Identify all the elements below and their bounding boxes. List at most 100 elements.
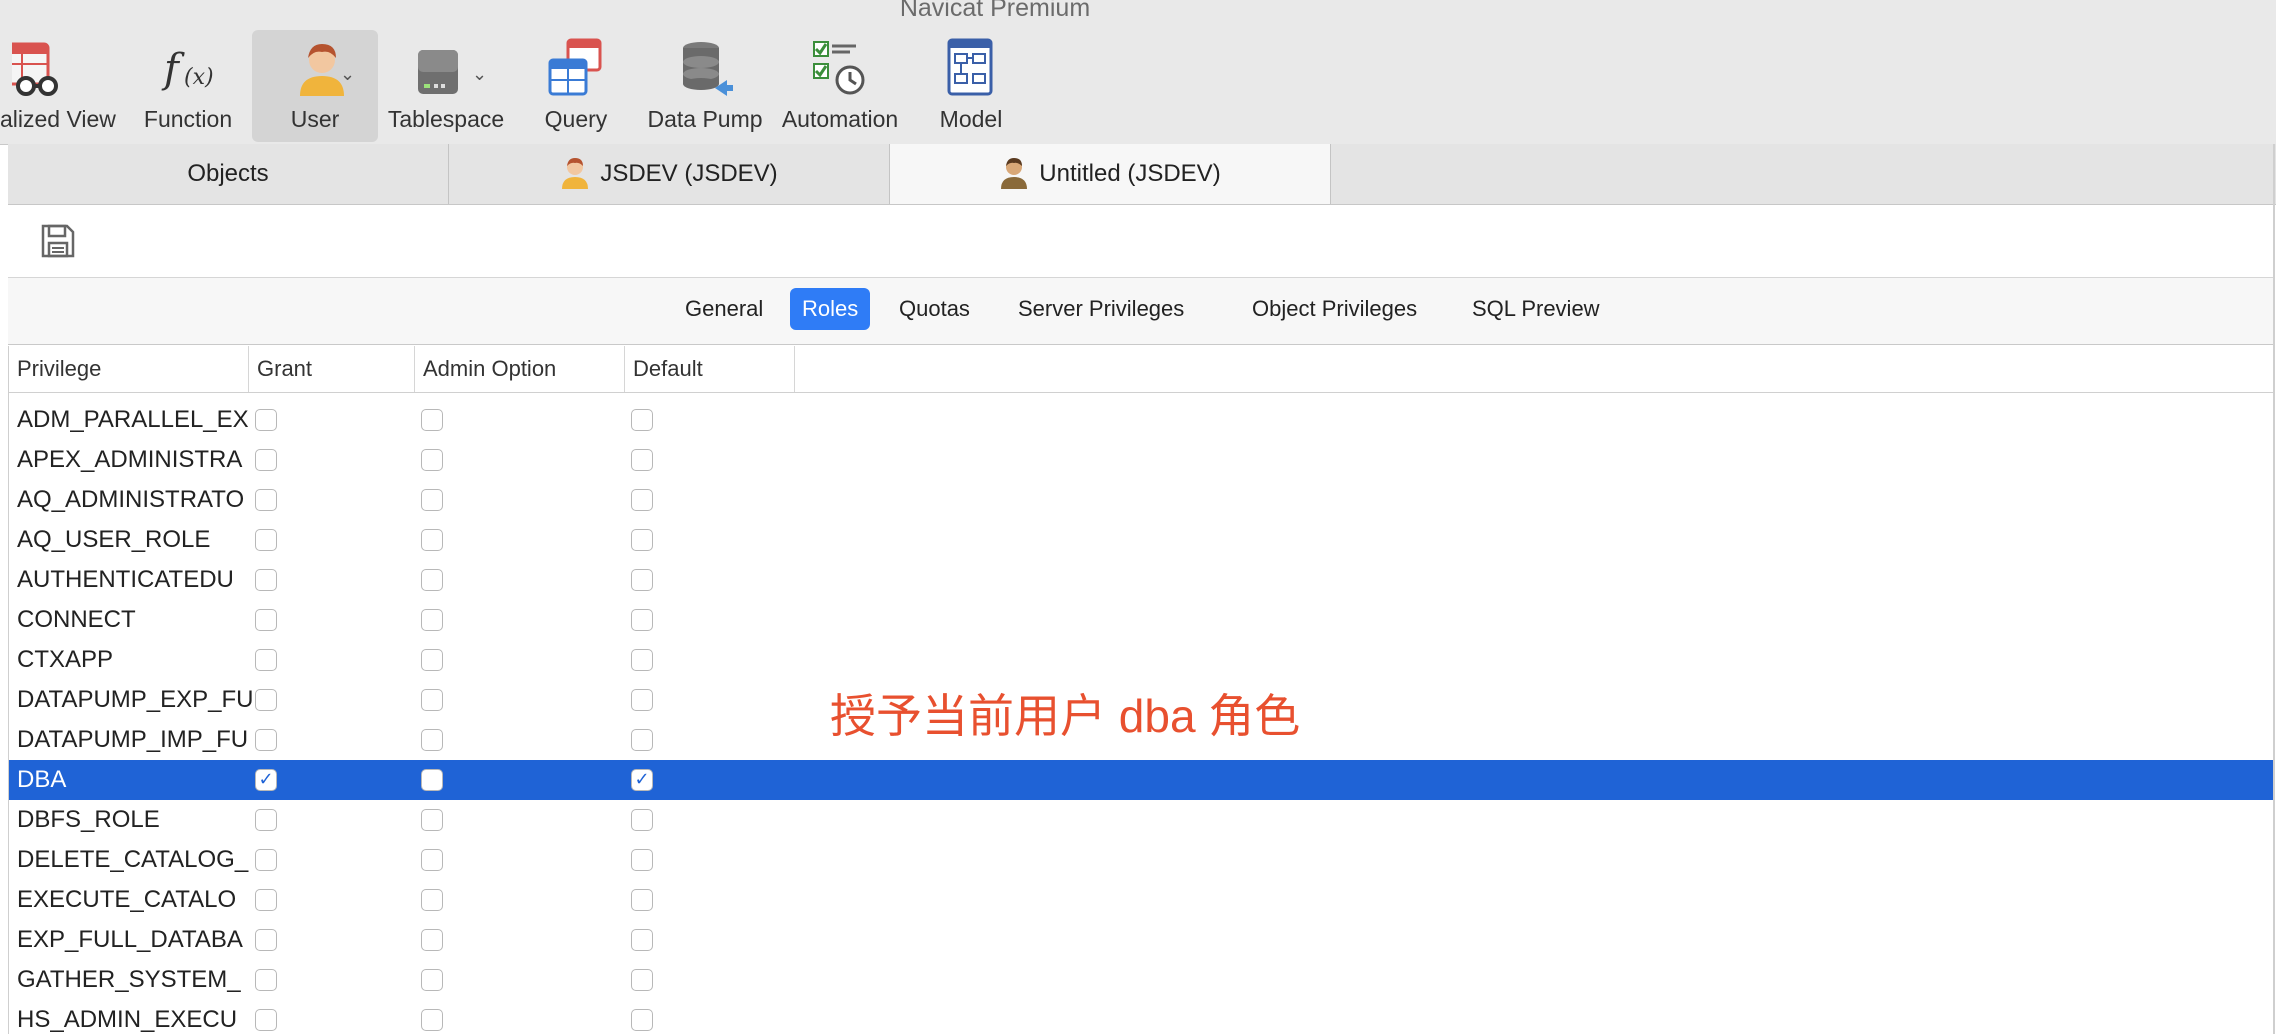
tab-quotas[interactable]: Quotas: [887, 288, 982, 330]
grant-checkbox[interactable]: [255, 449, 277, 471]
grant-checkbox[interactable]: [255, 489, 277, 511]
admin-option-checkbox[interactable]: [421, 809, 443, 831]
grant-checkbox[interactable]: [255, 649, 277, 671]
default-checkbox[interactable]: [631, 489, 653, 511]
privilege-name: HS_ADMIN_EXECU: [17, 1006, 238, 1033]
privilege-name: EXP_FULL_DATABA: [17, 926, 243, 953]
grant-checkbox[interactable]: [255, 969, 277, 991]
tab-sql-preview[interactable]: SQL Preview: [1460, 288, 1612, 330]
query-icon: [548, 38, 602, 96]
column-header-grant[interactable]: Grant: [249, 346, 415, 392]
admin-option-checkbox[interactable]: [421, 929, 443, 951]
toolbar-model[interactable]: Model: [924, 30, 1018, 142]
table-row[interactable]: CONNECT: [9, 600, 2275, 640]
data-pump-icon: [683, 42, 733, 96]
table-row[interactable]: HS_ADMIN_EXECU: [9, 1000, 2275, 1034]
grant-checkbox[interactable]: [255, 409, 277, 431]
tab-roles[interactable]: Roles: [790, 288, 871, 330]
privilege-name: DBA: [17, 766, 67, 793]
grant-checkbox[interactable]: ✓: [255, 769, 277, 791]
grant-checkbox[interactable]: [255, 849, 277, 871]
tab-jsdev[interactable]: JSDEV (JSDEV): [449, 144, 890, 204]
window-border: [2273, 144, 2275, 1034]
model-icon: [947, 38, 993, 96]
toolbar-tablespace[interactable]: ⌄ Tablespace: [386, 30, 506, 142]
default-checkbox[interactable]: [631, 609, 653, 631]
table-row[interactable]: AQ_USER_ROLE: [9, 520, 2275, 560]
admin-option-checkbox[interactable]: [421, 689, 443, 711]
default-checkbox[interactable]: [631, 929, 653, 951]
table-row[interactable]: APEX_ADMINISTRA: [9, 440, 2275, 480]
admin-option-checkbox[interactable]: [421, 569, 443, 591]
admin-option-checkbox[interactable]: [421, 449, 443, 471]
default-checkbox[interactable]: [631, 969, 653, 991]
grant-checkbox[interactable]: [255, 889, 277, 911]
grant-checkbox[interactable]: [255, 1009, 277, 1031]
table-row[interactable]: DBFS_ROLE: [9, 800, 2275, 840]
table-row[interactable]: AQ_ADMINISTRATO: [9, 480, 2275, 520]
tab-object-privileges[interactable]: Object Privileges: [1240, 288, 1429, 330]
default-checkbox[interactable]: [631, 569, 653, 591]
table-row[interactable]: CTXAPP: [9, 640, 2275, 680]
tab-untitled[interactable]: Untitled (JSDEV): [890, 144, 1331, 204]
table-row[interactable]: AUTHENTICATEDU: [9, 560, 2275, 600]
privilege-name: ADM_PARALLEL_EX: [17, 406, 249, 433]
grant-checkbox[interactable]: [255, 689, 277, 711]
admin-option-checkbox[interactable]: [421, 769, 443, 791]
default-checkbox[interactable]: ✓: [631, 769, 653, 791]
admin-option-checkbox[interactable]: [421, 729, 443, 751]
default-checkbox[interactable]: [631, 649, 653, 671]
default-checkbox[interactable]: [631, 809, 653, 831]
chevron-down-icon: ⌄: [472, 64, 488, 84]
default-checkbox[interactable]: [631, 409, 653, 431]
tab-bar: Objects JSDEV (JSDEV) Untitled (JSDEV): [8, 144, 2276, 205]
tab-general[interactable]: General: [673, 288, 775, 330]
grant-checkbox[interactable]: [255, 569, 277, 591]
table-row[interactable]: DBA ✓ ✓: [9, 760, 2275, 800]
admin-option-checkbox[interactable]: [421, 489, 443, 511]
toolbar-automation[interactable]: Automation: [778, 30, 902, 142]
grant-checkbox[interactable]: [255, 609, 277, 631]
admin-option-checkbox[interactable]: [421, 969, 443, 991]
column-header-privilege[interactable]: Privilege: [9, 346, 249, 392]
tab-server-privileges[interactable]: Server Privileges: [1006, 288, 1196, 330]
default-checkbox[interactable]: [631, 1009, 653, 1031]
grant-checkbox[interactable]: [255, 529, 277, 551]
table-row[interactable]: GATHER_SYSTEM_: [9, 960, 2275, 1000]
table-row[interactable]: EXP_FULL_DATABA: [9, 920, 2275, 960]
default-checkbox[interactable]: [631, 449, 653, 471]
user-icon: [562, 157, 589, 189]
table-row[interactable]: DELETE_CATALOG_: [9, 840, 2275, 880]
toolbar-materialized-view[interactable]: alized View: [0, 30, 122, 142]
default-checkbox[interactable]: [631, 889, 653, 911]
admin-option-checkbox[interactable]: [421, 609, 443, 631]
column-header-admin-option[interactable]: Admin Option: [415, 346, 625, 392]
default-checkbox[interactable]: [631, 849, 653, 871]
privilege-name: EXECUTE_CATALO: [17, 886, 237, 913]
default-checkbox[interactable]: [631, 529, 653, 551]
admin-option-checkbox[interactable]: [421, 529, 443, 551]
grant-checkbox[interactable]: [255, 929, 277, 951]
table-row[interactable]: ADM_PARALLEL_EX: [9, 400, 2275, 440]
automation-icon: [813, 41, 865, 95]
toolbar-label: Function: [143, 106, 233, 132]
admin-option-checkbox[interactable]: [421, 1009, 443, 1031]
admin-option-checkbox[interactable]: [421, 849, 443, 871]
save-icon[interactable]: [40, 223, 76, 259]
tab-objects[interactable]: Objects: [8, 144, 449, 204]
admin-option-checkbox[interactable]: [421, 889, 443, 911]
table-row[interactable]: EXECUTE_CATALO: [9, 880, 2275, 920]
grant-checkbox[interactable]: [255, 729, 277, 751]
admin-option-checkbox[interactable]: [421, 649, 443, 671]
toolbar-query[interactable]: Query: [530, 30, 622, 142]
column-header-default[interactable]: Default: [625, 346, 795, 392]
user-icon: [1001, 157, 1028, 189]
grant-checkbox[interactable]: [255, 809, 277, 831]
default-checkbox[interactable]: [631, 729, 653, 751]
admin-option-checkbox[interactable]: [421, 409, 443, 431]
toolbar-user[interactable]: ⌄ User: [252, 30, 378, 142]
toolbar-data-pump[interactable]: Data Pump: [640, 30, 770, 142]
privilege-name: GATHER_SYSTEM_: [17, 966, 241, 993]
default-checkbox[interactable]: [631, 689, 653, 711]
toolbar-function[interactable]: f (x) Function: [138, 30, 238, 142]
